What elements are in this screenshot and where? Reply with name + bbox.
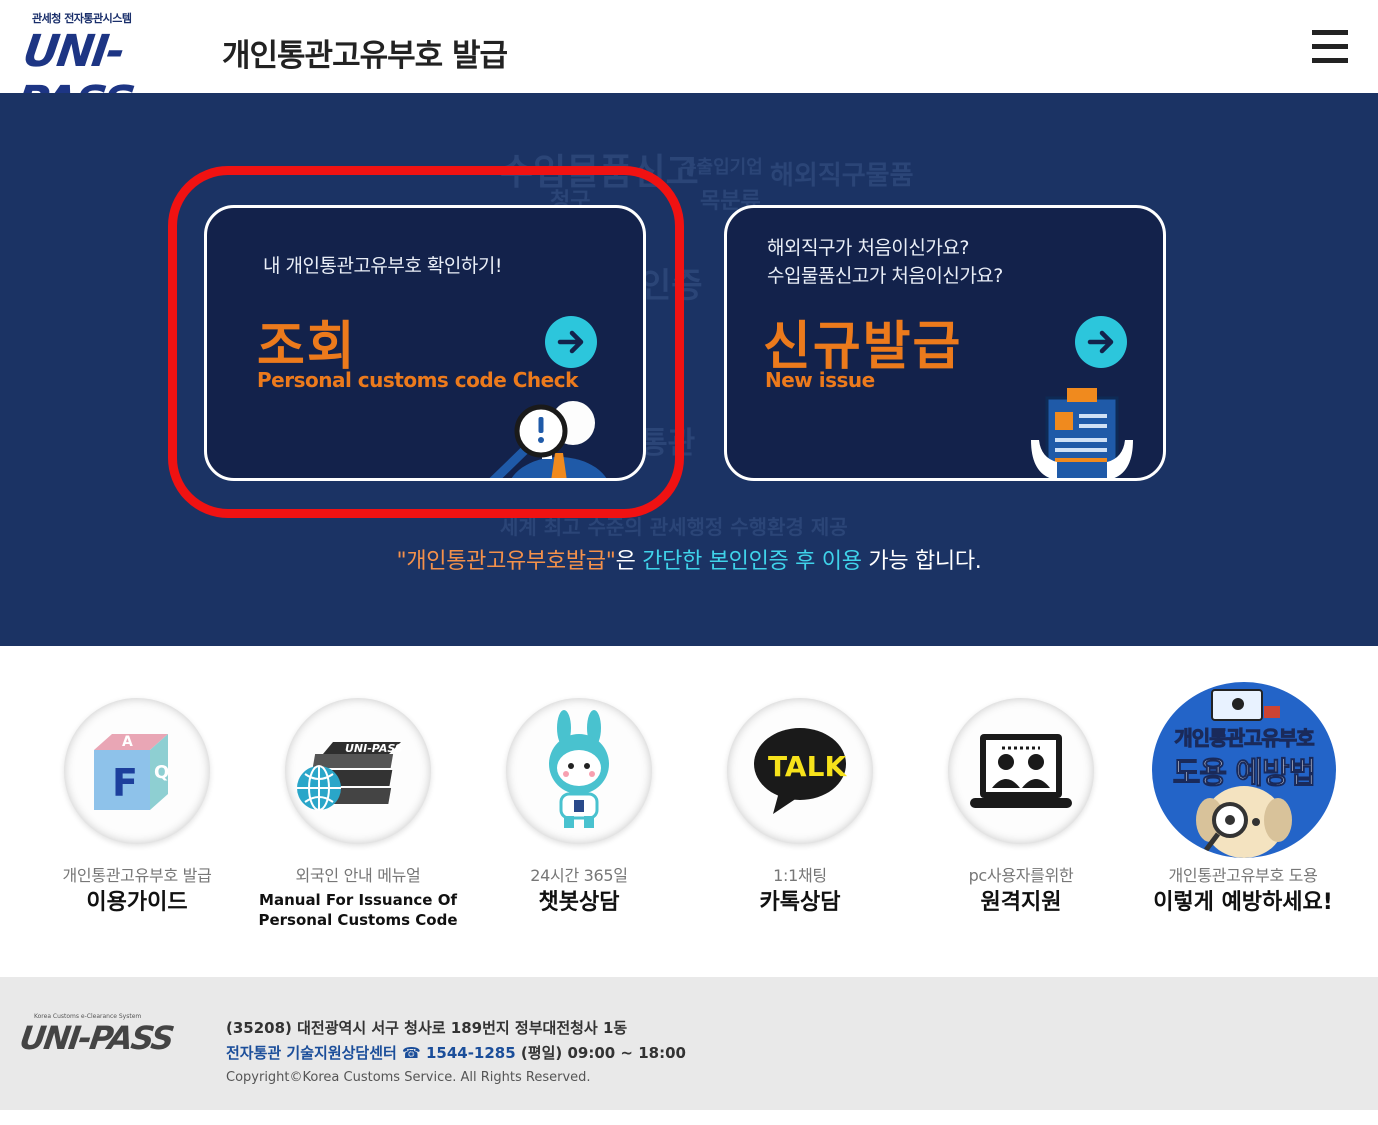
new-issue-card[interactable]: 해외직구가 처음이신가요? 수입물품신고가 처음이신가요? 신규발급 New i… bbox=[724, 205, 1166, 481]
issue-card-lead-2: 수입물품신고가 처음이신가요? bbox=[767, 265, 1003, 287]
check-code-card[interactable]: 내 개인통관고유부호 확인하기! 조회 Personal customs cod… bbox=[204, 205, 646, 481]
quick-caption: 1:1채팅 bbox=[773, 866, 827, 885]
bg-word: 통관 bbox=[640, 426, 696, 461]
quick-label: 이렇게 예방하세요! bbox=[1153, 890, 1333, 915]
svg-text:Q: Q bbox=[154, 762, 169, 783]
quick-menu: F A Q 개인통관고유부호 발급 이용가이드 UNI-PASS 외국인 안내 … bbox=[0, 646, 1378, 977]
theft-prevention-banner-icon: 개인통관고유부호 도용 예방법 bbox=[1152, 682, 1336, 858]
arrow-right-icon[interactable] bbox=[545, 316, 597, 368]
footer-support-hours: (평일) 09:00 ~ 18:00 bbox=[515, 1044, 686, 1062]
arrow-right-icon[interactable] bbox=[1075, 316, 1127, 368]
notice-particle: 은 bbox=[615, 549, 643, 574]
page-title: 개인통관고유부호 발급 bbox=[222, 38, 508, 74]
quick-label: 원격지원 bbox=[980, 890, 1062, 915]
uni-pass-logo[interactable]: 관세청 전자통관시스템 UNI-PASS bbox=[13, 8, 215, 128]
clipboard-document-icon bbox=[1027, 380, 1137, 478]
site-header: 관세청 전자통관시스템 UNI-PASS 개인통관고유부호 발급 bbox=[0, 0, 1378, 128]
quick-label-line-2: Personal Customs Code bbox=[258, 911, 458, 929]
bg-word: 세계 최고 수준의 관세행정 수행환경 제공 bbox=[500, 515, 848, 539]
chatbot-rabbit-icon bbox=[506, 698, 652, 844]
manual-books-globe-icon: UNI-PASS bbox=[285, 698, 431, 844]
site-footer: Korea Customs e-Clearance System UNI-PAS… bbox=[0, 977, 1378, 1110]
auth-notice: "개인통관고유부호발급"은 간단한 본인인증 후 이용 가능 합니다. bbox=[0, 543, 1378, 575]
quick-label: 카톡상담 bbox=[759, 890, 841, 915]
quick-caption: pc사용자를위한 bbox=[968, 866, 1074, 885]
issue-card-lead-1: 해외직구가 처음이신가요? bbox=[767, 237, 969, 259]
quick-label: 이용가이드 bbox=[86, 890, 188, 915]
footer-support-center: 전자통관 기술지원상담센터 ☎ 1544-1285 (평일) 09:00 ~ 1… bbox=[226, 1042, 686, 1063]
issue-card-subtitle: New issue bbox=[765, 368, 875, 392]
footer-copyright: Copyright©Korea Customs Service. All Rig… bbox=[226, 1070, 591, 1085]
banner-line-1: 개인통관고유부호 bbox=[1174, 726, 1315, 751]
check-card-subtitle: Personal customs code Check bbox=[257, 368, 578, 392]
quick-label-line-1: Manual For Issuance Of bbox=[259, 891, 457, 909]
footer-support-phone[interactable]: 전자통관 기술지원상담센터 ☎ 1544-1285 bbox=[226, 1044, 516, 1062]
bg-word: 수입물품신고 bbox=[500, 152, 699, 193]
quick-caption: 24시간 365일 bbox=[530, 866, 628, 885]
kakaotalk-icon: TALK bbox=[727, 698, 873, 844]
magnifier-person-icon bbox=[487, 393, 617, 478]
hero-section: 수입물품신고 수출입기업 해외직구물품 인증 통관 청구 목분류 세계 최고 수… bbox=[0, 93, 1378, 646]
faq-cube-icon: F A Q bbox=[64, 698, 210, 844]
quick-label: 챗봇상담 bbox=[538, 890, 620, 915]
notice-auth-text: 간단한 본인인증 후 이용 bbox=[642, 549, 862, 574]
quick-caption: 개인통관고유부호 발급 bbox=[62, 866, 212, 885]
footer-address: (35208) 대전광역시 서구 청사로 189번지 정부대전청사 1동 bbox=[226, 1019, 628, 1037]
notice-service-name: "개인통관고유부호발급" bbox=[396, 549, 616, 574]
bg-word: 수출입기업 bbox=[680, 157, 763, 178]
banner-line-2: 도용 예방법 bbox=[1172, 756, 1316, 792]
hamburger-menu-icon[interactable] bbox=[1310, 30, 1350, 64]
quick-caption: 개인통관고유부호 도용 bbox=[1168, 866, 1318, 885]
notice-end: 가능 합니다. bbox=[861, 549, 982, 574]
quick-caption: 외국인 안내 메뉴얼 bbox=[295, 866, 421, 885]
remote-support-laptop-icon bbox=[948, 698, 1094, 844]
svg-text:F: F bbox=[112, 761, 138, 805]
kakaotalk-badge: TALK bbox=[768, 750, 847, 783]
footer-logo-wordmark: UNI-PASS bbox=[17, 1019, 175, 1057]
logo-subtitle: 관세청 전자통관시스템 bbox=[32, 12, 132, 25]
svg-text:A: A bbox=[122, 734, 133, 750]
manual-badge: UNI-PASS bbox=[345, 742, 403, 755]
bg-word: 인증 bbox=[640, 266, 703, 306]
bg-word: 해외직구물품 bbox=[770, 161, 914, 191]
footer-logo: Korea Customs e-Clearance System UNI-PAS… bbox=[17, 1013, 190, 1063]
check-card-lead: 내 개인통관고유부호 확인하기! bbox=[263, 255, 502, 277]
